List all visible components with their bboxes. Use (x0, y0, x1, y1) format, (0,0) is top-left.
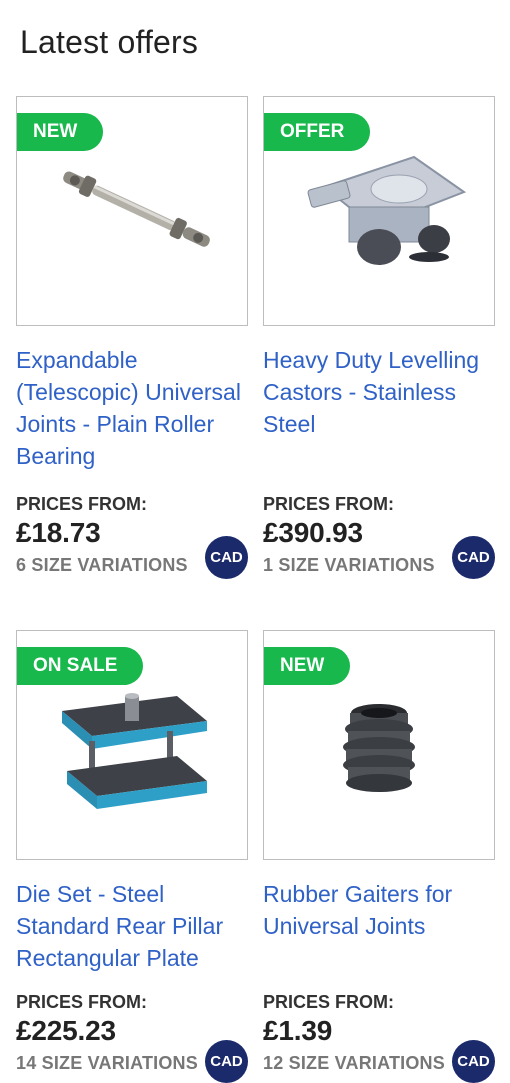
cad-download-button[interactable]: CAD (452, 1040, 495, 1083)
price: £1.39 (263, 1015, 333, 1046)
product-title-link[interactable]: Die Set - Steel Standard Rear Pillar Rec… (16, 878, 248, 971)
prices-from-label: PRICES FROM: (16, 494, 148, 514)
cad-download-button[interactable]: CAD (205, 536, 248, 579)
section-title: Latest offers (20, 24, 199, 60)
product-title-link[interactable]: Rubber Gaiters for Universal Joints (263, 878, 495, 970)
offer-badge: OFFER (264, 113, 371, 151)
product-image[interactable]: ON SALE (16, 630, 248, 860)
product-card[interactable]: NEW Expandable (Telescopic) Universal Jo… (16, 96, 248, 579)
product-title-link[interactable]: Heavy Duty Levelling Castors - Stainless… (263, 344, 495, 472)
new-badge: NEW (17, 113, 104, 151)
prices-from-label: PRICES FROM: (263, 494, 395, 514)
product-image[interactable]: NEW (263, 630, 495, 860)
prices-from-label: PRICES FROM: (263, 992, 395, 1012)
product-image[interactable]: NEW (16, 96, 248, 326)
cad-download-button[interactable]: CAD (205, 1040, 248, 1083)
product-image[interactable]: OFFER (263, 96, 495, 326)
prices-from-label: PRICES FROM: (16, 992, 148, 1012)
product-card[interactable]: OFFER Heavy Duty Levelling Castors - Sta… (263, 96, 495, 579)
product-card[interactable]: ON SALE Die Set - Steel Standard Rear Pi… (16, 630, 248, 1083)
product-title-link[interactable]: Expandable (Telescopic) Universal Joints… (16, 344, 248, 472)
price: £225.23 (16, 1015, 116, 1046)
cad-download-button[interactable]: CAD (452, 536, 495, 579)
product-card[interactable]: NEW Rubber Gaiters for Universal Joints … (263, 630, 495, 1083)
on-sale-badge: ON SALE (17, 647, 144, 685)
new-badge: NEW (264, 647, 351, 685)
